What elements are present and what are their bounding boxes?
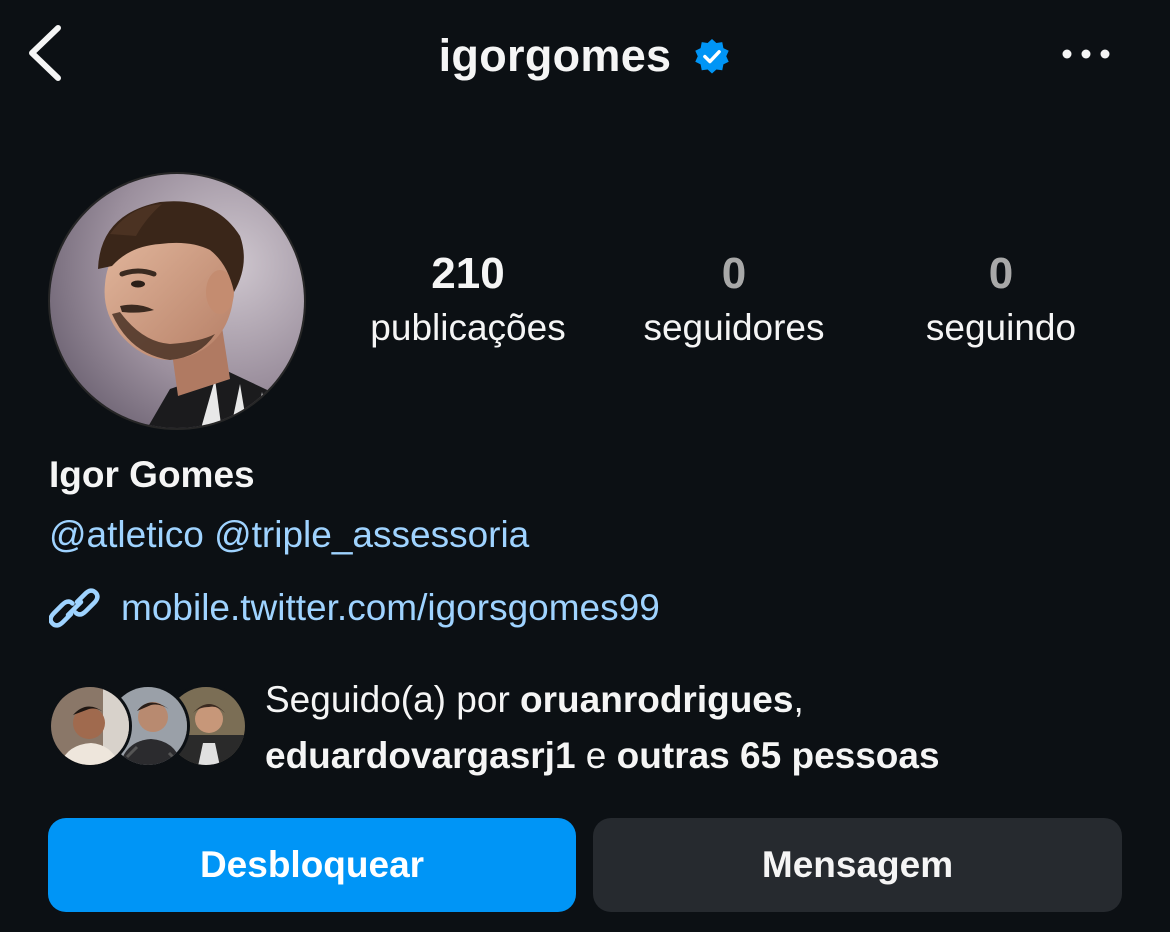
followed-by-conjunction: e [575, 735, 617, 776]
mention-link-triple-assessoria[interactable]: @triple_assessoria [214, 514, 529, 555]
profile-avatar[interactable] [48, 172, 306, 430]
followers-count: 0 [721, 249, 747, 298]
followers-label: seguidores [643, 307, 825, 348]
mutual-avatar-1 [48, 684, 132, 768]
posts-label: publicações [370, 307, 566, 348]
followed-by-text[interactable]: Seguido(a) por oruanrodrigues, eduardova… [265, 672, 1145, 784]
stat-following[interactable]: 0 seguindo [861, 248, 1141, 356]
link-icon [49, 588, 100, 628]
mutual-followers-others[interactable]: outras 65 pessoas [617, 735, 940, 776]
profile-photo-image [50, 174, 304, 428]
message-button[interactable]: Mensagem [593, 818, 1122, 912]
profile-title: igorgomes [0, 26, 1170, 86]
followed-by-prefix: Seguido(a) por [265, 679, 521, 720]
posts-count: 210 [431, 249, 505, 298]
bio-mentions: @atletico @triple_assessoria [49, 514, 529, 556]
bio-external-link[interactable]: mobile.twitter.com/igorsgomes99 [49, 584, 660, 632]
unblock-button[interactable]: Desbloquear [48, 818, 576, 912]
stat-posts[interactable]: 210 publicações [328, 248, 608, 356]
following-label: seguindo [925, 307, 1077, 348]
mutual-follower-1[interactable]: oruanrodrigues [520, 679, 793, 720]
verified-badge-icon [695, 38, 730, 74]
more-horizontal-icon [1062, 49, 1110, 59]
profile-full-name: Igor Gomes [49, 454, 255, 495]
mention-link-atletico[interactable]: @atletico [49, 514, 204, 555]
following-count: 0 [988, 249, 1014, 298]
mutual-followers-avatars[interactable] [48, 684, 248, 768]
username-title: igorgomes [438, 30, 672, 81]
top-navigation-bar: igorgomes [0, 0, 1170, 110]
stat-followers[interactable]: 0 seguidores [594, 248, 874, 356]
more-options-button[interactable] [1058, 38, 1114, 70]
mutual-follower-2[interactable]: eduardovargasrj1 [265, 735, 576, 776]
bio-link-text: mobile.twitter.com/igorsgomes99 [121, 587, 660, 628]
followed-by-separator: , [793, 679, 804, 720]
